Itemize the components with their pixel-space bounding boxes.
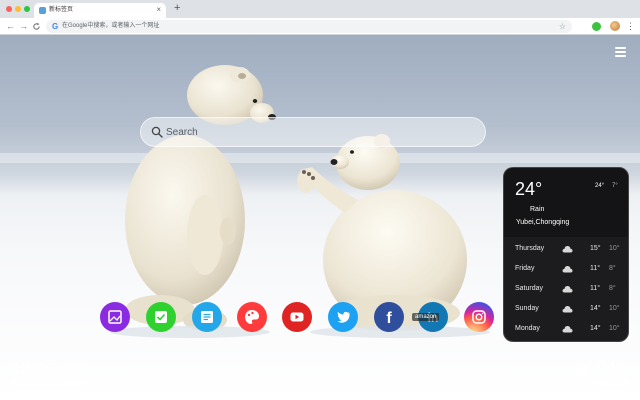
forecast-row: Friday 11° 8° [504,260,628,280]
twitter-shortcut-button[interactable] [328,302,358,332]
today-low: 7° [612,183,618,189]
twitter-icon [337,311,350,323]
forecast-row: Sunday 14° 10° [504,300,628,320]
search-icon [151,126,163,138]
gallery-shortcut-button[interactable] [100,302,130,332]
clock: 12:00 am [11,359,86,378]
forecast-low: 10° [609,245,620,252]
date-text [11,381,87,385]
cloud-icon [562,306,573,313]
forecast-low: 8° [609,285,616,292]
reload-button[interactable] [32,19,41,35]
settings-menu-button[interactable] [615,47,626,57]
address-bar[interactable]: G 在Google中搜索，或者输入一个网址 ☆ [46,20,572,33]
instagram-shortcut-button[interactable] [464,302,494,332]
bookmark-star-icon[interactable]: ☆ [559,20,566,33]
new-tab-button[interactable]: + [174,2,180,15]
youtube-icon [290,312,304,322]
address-bar-placeholder: 在Google中搜索，或者输入一个网址 [62,23,160,29]
forecast-row: Thursday 15° 10° [504,240,628,260]
tasks-shortcut-button[interactable] [146,302,176,332]
close-window-button[interactable] [6,6,12,12]
forecast-day: Thursday [515,245,545,252]
weather-condition: Rain [530,206,545,213]
forecast-day: Monday [515,325,540,332]
profile-avatar[interactable] [610,21,620,31]
maximize-window-button[interactable] [24,6,30,12]
svg-text:f: f [386,310,392,327]
facebook-icon: f [386,310,392,327]
youtube-shortcut-button[interactable] [282,302,312,332]
forecast-high: 11° [590,285,601,292]
new-tab-page: f in amazon 24° 24° 7° Rain Yubei,Chongq… [0,35,640,400]
palette-icon [245,310,259,324]
tab-close-button[interactable]: × [156,4,161,16]
tab-favicon-icon [39,7,46,14]
today-high: 24° [595,183,605,189]
shortcut-tooltip: amazon [412,313,440,321]
google-icon: G [52,22,59,31]
cloud-icon [562,286,573,293]
forward-button[interactable]: → [19,19,28,33]
notes-shortcut-button[interactable] [192,302,222,332]
checklist-icon [155,311,167,323]
cloud-icon [575,365,591,375]
extension-icon[interactable] [592,22,601,31]
forecast-low: 8° [609,265,616,272]
browser-toolbar: ← → G 在Google中搜索，或者输入一个网址 ☆ [0,18,640,35]
cloud-icon [562,266,573,273]
notes-icon [201,311,213,323]
tab-new-tab[interactable]: 新标签页 × [34,3,166,18]
cloud-icon [562,326,573,333]
forecast-high: 11° [590,265,601,272]
current-temperature: 24° [515,179,543,199]
forecast-row: Monday 14° 10° [504,320,628,340]
minimize-window-button[interactable] [15,6,21,12]
cloud-icon [562,246,573,253]
tab-title: 新标签页 [49,7,74,13]
tab-bar: 新标签页 × + [0,0,640,18]
search-input[interactable] [166,118,466,146]
bottom-temperature: 24° [597,358,623,377]
search-bar[interactable] [140,117,486,147]
forecast-high: 14° [590,305,601,312]
forecast-day: Saturday [515,285,544,292]
gallery-icon [108,310,122,324]
browser-menu-button[interactable]: ⋮ [626,18,635,34]
forecast-high: 14° [590,325,601,332]
forecast-day: Sunday [515,305,539,312]
forecast-low: 10° [609,305,620,312]
forecast-high: 15° [590,245,601,252]
facebook-shortcut-button[interactable]: f [374,302,404,332]
instagram-icon [472,310,486,324]
weather-current: 24° 24° 7° Rain Yubei,Chongqing [504,168,628,237]
forecast-low: 10° [609,325,620,332]
weather-widget[interactable]: 24° 24° 7° Rain Yubei,Chongqing Thursday… [503,167,629,342]
back-button[interactable]: ← [6,19,15,33]
reload-icon [33,22,40,30]
paint-shortcut-button[interactable] [237,302,267,332]
weather-location: Yubei,Chongqing [516,219,570,226]
bottom-location-text [593,381,629,385]
forecast-day: Friday [515,265,535,272]
hamburger-icon [615,47,626,49]
forecast-row: Saturday 11° 8° [504,280,628,300]
